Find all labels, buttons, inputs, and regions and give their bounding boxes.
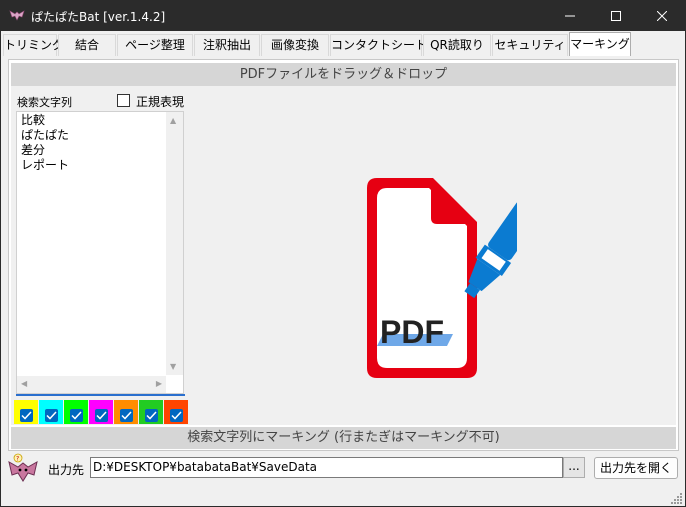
minimize-button[interactable] [547, 1, 593, 31]
close-button[interactable] [639, 1, 685, 31]
close-icon [657, 11, 667, 21]
maximize-button[interactable] [593, 1, 639, 31]
color-swatch[interactable] [64, 400, 88, 424]
minimize-icon [565, 15, 575, 17]
checkmark-icon[interactable] [170, 409, 183, 422]
output-path-field[interactable]: D:¥DESKTOP¥batabataBat¥SaveData [90, 457, 563, 478]
checkmark-icon[interactable] [120, 409, 133, 422]
browse-button[interactable]: ... [563, 457, 585, 478]
run-marking-button[interactable]: 検索文字列にマーキング (行またぎはマーキング不可) [11, 427, 676, 449]
pdf-highlighter-icon: PDF [367, 178, 517, 378]
color-swatch[interactable] [114, 400, 138, 424]
tab-page-organize[interactable]: ページ整理 [117, 34, 193, 56]
bat-mascot-icon: ? [8, 453, 38, 482]
checkmark-icon[interactable] [145, 409, 158, 422]
tab-contact-sheet[interactable]: コンタクトシート [330, 34, 427, 56]
bat-icon [9, 10, 25, 21]
list-item: ぱたぱた [21, 128, 70, 142]
open-output-button[interactable]: 出力先を開く [594, 457, 678, 479]
checkmark-icon[interactable] [45, 409, 58, 422]
checkmark-icon[interactable] [70, 409, 83, 422]
list-item: 差分 [21, 143, 46, 157]
resize-grip-icon[interactable] [671, 492, 683, 504]
vertical-scrollbar[interactable]: ▲ ▼ [166, 112, 183, 375]
tab-merge[interactable]: 結合 [58, 34, 116, 56]
scroll-down-icon[interactable]: ▼ [170, 362, 176, 371]
color-swatch[interactable] [39, 400, 63, 424]
marking-panel: PDFファイルをドラッグ＆ドロップ 検索文字列 正規表現 比較 ぱたぱた 差分 … [8, 59, 679, 451]
tab-annotation-extract[interactable]: 注釈抽出 [194, 34, 260, 56]
checkmark-icon[interactable] [95, 409, 108, 422]
title-bar: ぱたぱたBat [ver.1.4.2] [1, 1, 685, 31]
color-swatch[interactable] [89, 400, 113, 424]
tab-marking[interactable]: マーキング [569, 32, 631, 56]
regex-label: 正規表現 [136, 95, 185, 109]
window-title: ぱたぱたBat [ver.1.4.2] [31, 10, 166, 24]
scroll-left-icon[interactable]: ◀ [21, 379, 27, 388]
search-terms-list: 比較 ぱたぱた 差分 レポート [21, 113, 69, 173]
color-swatch[interactable] [14, 400, 38, 424]
tab-strip: トリミング 結合 ページ整理 注釈抽出 画像変換 コンタクトシート QR読取り … [1, 32, 685, 56]
checkmark-icon[interactable] [20, 409, 33, 422]
tab-trimming[interactable]: トリミング [3, 34, 64, 56]
maximize-icon [611, 11, 621, 21]
tab-security[interactable]: セキュリティ [492, 34, 568, 56]
tab-qr-read[interactable]: QR読取り [423, 34, 491, 56]
list-item: レポート [21, 158, 70, 172]
search-label: 検索文字列 [17, 96, 72, 109]
svg-text:?: ? [16, 456, 19, 463]
scroll-up-icon[interactable]: ▲ [170, 116, 176, 125]
list-focus-underline [16, 394, 185, 396]
drop-zone-header: PDFファイルをドラッグ＆ドロップ [11, 63, 676, 86]
color-swatch[interactable] [164, 400, 188, 424]
list-item: 比較 [21, 113, 46, 127]
app-window: ぱたぱたBat [ver.1.4.2] トリミング 結合 ページ整理 注釈抽出 … [0, 0, 686, 507]
pdf-document-fold [431, 184, 471, 224]
search-terms-textarea[interactable]: 比較 ぱたぱた 差分 レポート ▲ ▼ ◀ ▶ [16, 111, 184, 394]
output-label: 出力先 [48, 463, 85, 477]
regex-checkbox[interactable] [117, 94, 130, 107]
scroll-right-icon[interactable]: ▶ [156, 379, 162, 388]
color-swatch[interactable] [139, 400, 163, 424]
pdf-label: PDF [380, 314, 444, 350]
horizontal-scrollbar[interactable]: ◀ ▶ [17, 376, 166, 393]
tab-image-convert[interactable]: 画像変換 [261, 34, 329, 56]
